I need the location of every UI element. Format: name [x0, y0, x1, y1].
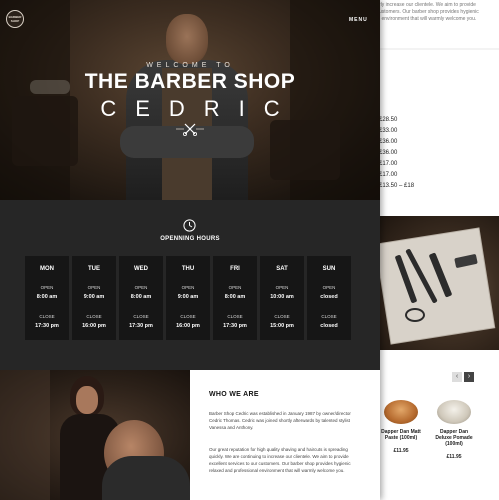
- day-name: SUN: [322, 266, 336, 272]
- close-time: 16:00 pm: [82, 323, 106, 329]
- open-label: OPEN: [181, 285, 195, 290]
- close-label: CLOSE: [274, 314, 290, 319]
- open-time: 9:00 am: [177, 294, 199, 300]
- day-name: FRI: [230, 266, 240, 272]
- slider-prev-button[interactable]: ‹: [452, 372, 462, 382]
- close-time: 17:30 pm: [223, 323, 247, 329]
- close-label: CLOSE: [180, 314, 196, 319]
- product-name: Dapper Dan Deluxe Pomade (100ml): [435, 429, 473, 447]
- opening-hours-title: OPENNING HOURS: [160, 236, 220, 242]
- open-time: 10:00 am: [270, 294, 294, 300]
- barber-head: [166, 14, 208, 64]
- open-time: 8:00 am: [36, 294, 58, 300]
- barber-tools-photo: [375, 216, 499, 350]
- logo-text: SHOP: [10, 19, 20, 23]
- who-we-are-title: WHO WE ARE: [209, 391, 259, 398]
- who-we-are-section: WHO WE ARE Barber Shop Cedric was establ…: [190, 370, 380, 500]
- open-time: 8:00 am: [130, 294, 152, 300]
- hero-section: BARBER SHOP MENU WELCOME TO THE BARBER S…: [0, 0, 380, 200]
- product-image: [384, 400, 418, 424]
- open-label: OPEN: [275, 285, 289, 290]
- about-paragraph: Our great reputation for high quality sh…: [209, 447, 351, 473]
- scissors-tool: [405, 308, 425, 322]
- close-label: CLOSE: [133, 314, 149, 319]
- open-time: 8:00 am: [224, 294, 246, 300]
- clock-icon: [183, 219, 196, 232]
- close-time: 17:30 pm: [129, 323, 153, 329]
- chevron-right-icon: ›: [467, 373, 471, 380]
- day-name: TUE: [88, 266, 100, 272]
- day-card-tue: TUE OPEN 9:00 am CLOSE 16:00 pm: [72, 256, 116, 340]
- product-card[interactable]: Dapper Dan Matt Paste (100ml) £11.95: [379, 400, 423, 454]
- day-name: WED: [134, 266, 148, 272]
- close-label: CLOSE: [86, 314, 102, 319]
- day-name: THU: [181, 266, 195, 272]
- price-item: £28.50: [379, 117, 398, 123]
- price-item: £17.00: [379, 172, 398, 178]
- day-card-fri: FRI OPEN 8:00 am CLOSE 17:30 pm: [213, 256, 257, 340]
- price-item: £17.00: [379, 161, 398, 167]
- hero-subtitle: CEDRIC: [100, 96, 299, 121]
- shop-shelves: [0, 370, 50, 500]
- price-item: £36.00: [379, 150, 398, 156]
- price-list: £28.50 £33.00 £36.00 £36.00 £17.00 £17.0…: [379, 115, 414, 192]
- welcome-text: WELCOME TO: [146, 62, 234, 69]
- product-name: Dapper Dan Matt Paste (100ml): [381, 429, 421, 441]
- intro-line: l environment that will warmly welcome y…: [379, 16, 477, 22]
- price-item: £33.00: [379, 128, 398, 134]
- product-image: [437, 400, 471, 424]
- hero-title: THE BARBER SHOP: [84, 70, 296, 93]
- day-card-mon: MON OPEN 8:00 am CLOSE 17:30 pm: [25, 256, 69, 340]
- menu-button[interactable]: MENU: [349, 17, 368, 23]
- open-time: closed: [320, 294, 338, 300]
- product-price: £11.95: [446, 454, 462, 460]
- close-time: closed: [320, 323, 338, 329]
- open-label: OPEN: [322, 285, 336, 290]
- day-name: MON: [40, 266, 54, 272]
- chevron-left-icon: ‹: [455, 373, 459, 380]
- barber-at-work-photo: [0, 370, 190, 500]
- close-time: 15:00 pm: [270, 323, 294, 329]
- close-label: CLOSE: [321, 314, 337, 319]
- close-label: CLOSE: [227, 314, 243, 319]
- product-card[interactable]: Dapper Dan Deluxe Pomade (100ml) £11.95: [432, 400, 476, 460]
- intro-text-fragment: rly increase our clientele. We aim to pr…: [375, 0, 499, 48]
- open-label: OPEN: [228, 285, 242, 290]
- open-time: 9:00 am: [83, 294, 105, 300]
- stylist-face: [76, 386, 98, 414]
- close-time: 16:00 pm: [176, 323, 200, 329]
- scissors-icon: [176, 123, 204, 136]
- day-card-wed: WED OPEN 8:00 am CLOSE 17:30 pm: [119, 256, 163, 340]
- day-card-sun: SUN OPEN closed CLOSE closed: [307, 256, 351, 340]
- open-label: OPEN: [40, 285, 54, 290]
- close-label: CLOSE: [39, 314, 55, 319]
- open-label: OPEN: [87, 285, 101, 290]
- about-paragraph: Barber Shop Cedric was established in Ja…: [209, 411, 351, 430]
- close-time: 17:30 pm: [35, 323, 59, 329]
- price-item: £36.00: [379, 139, 398, 145]
- slider-next-button[interactable]: ›: [464, 372, 474, 382]
- client-shoulders: [102, 456, 190, 500]
- barber-chair-right: [270, 120, 340, 180]
- intro-line: rly increase our clientele. We aim to pr…: [379, 2, 476, 8]
- tool-board: [375, 228, 495, 344]
- price-item: £13.50 – £18: [379, 183, 415, 189]
- day-name: SAT: [276, 266, 288, 272]
- open-label: OPEN: [134, 285, 148, 290]
- site-logo[interactable]: BARBER SHOP: [6, 10, 24, 28]
- day-card-thu: THU OPEN 9:00 am CLOSE 16:00 pm: [166, 256, 210, 340]
- intro-line: ustomers. Our barber shop provides hygie…: [379, 9, 479, 15]
- day-card-sat: SAT OPEN 10:00 am CLOSE 15:00 pm: [260, 256, 304, 340]
- product-price: £11.95: [393, 448, 409, 454]
